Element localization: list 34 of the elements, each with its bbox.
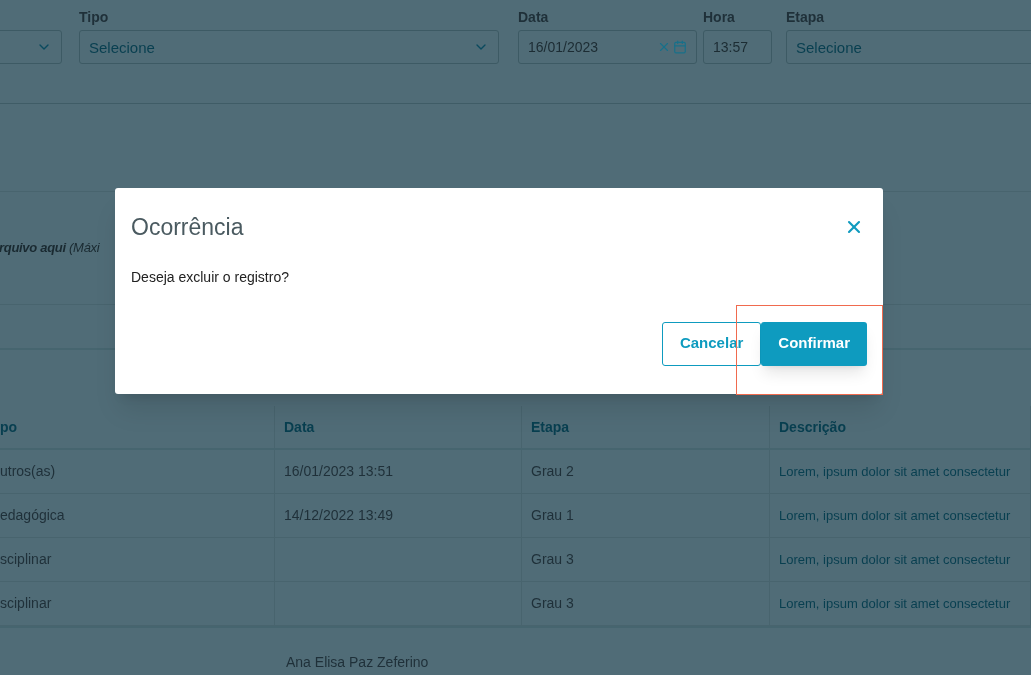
table-cell-text: Grau 3: [531, 550, 574, 569]
upload-hint: rquivo aqui (Máxi: [0, 239, 100, 258]
table-cell-text: utros(as): [0, 462, 56, 481]
field-label: Hora: [703, 8, 735, 27]
select-field[interactable]: Selecione: [786, 30, 1031, 64]
field-label: Etapa: [786, 8, 825, 27]
select-field[interactable]: [0, 30, 62, 64]
column-header: Data: [284, 417, 315, 437]
dialog-title: Ocorrência: [131, 213, 244, 242]
description-link[interactable]: Lorem, ipsum dolor sit amet consectetur: [779, 505, 1011, 526]
table-cell-text: sciplinar: [0, 550, 52, 569]
date-field[interactable]: 16/01/2023: [518, 30, 697, 64]
table-cell-text: Grau 3: [531, 594, 574, 613]
table-cell-text: edagógica: [0, 506, 65, 525]
table-cell-text: Grau 1: [531, 506, 574, 525]
time-field[interactable]: 13:57: [703, 30, 772, 64]
table-cell-text: 16/01/2023 13:51: [284, 462, 393, 481]
description-link[interactable]: Lorem, ipsum dolor sit amet consectetur: [779, 549, 1011, 570]
table-cell-text: sciplinar: [0, 594, 52, 613]
student-name: Ana Elisa Paz Zeferino: [286, 654, 429, 670]
description-link[interactable]: Lorem, ipsum dolor sit amet consectetur: [779, 593, 1011, 614]
field-label: Tipo: [79, 8, 109, 27]
column-header: Etapa: [531, 417, 570, 437]
table-cell-text: Grau 2: [531, 462, 574, 481]
column-header: po: [0, 417, 18, 437]
clear-icon[interactable]: [657, 40, 671, 54]
description-link[interactable]: Lorem, ipsum dolor sit amet consectetur: [779, 461, 1011, 482]
calendar-icon[interactable]: [673, 40, 687, 54]
table-cell-text: 14/12/2022 13:49: [284, 506, 393, 525]
column-header: Descrição: [779, 417, 846, 437]
select-field[interactable]: Selecione: [79, 30, 499, 64]
dialog-message: Deseja excluir o registro?: [131, 267, 290, 287]
confirm-button[interactable]: Confirmar: [761, 321, 867, 366]
field-label: Data: [518, 8, 549, 27]
